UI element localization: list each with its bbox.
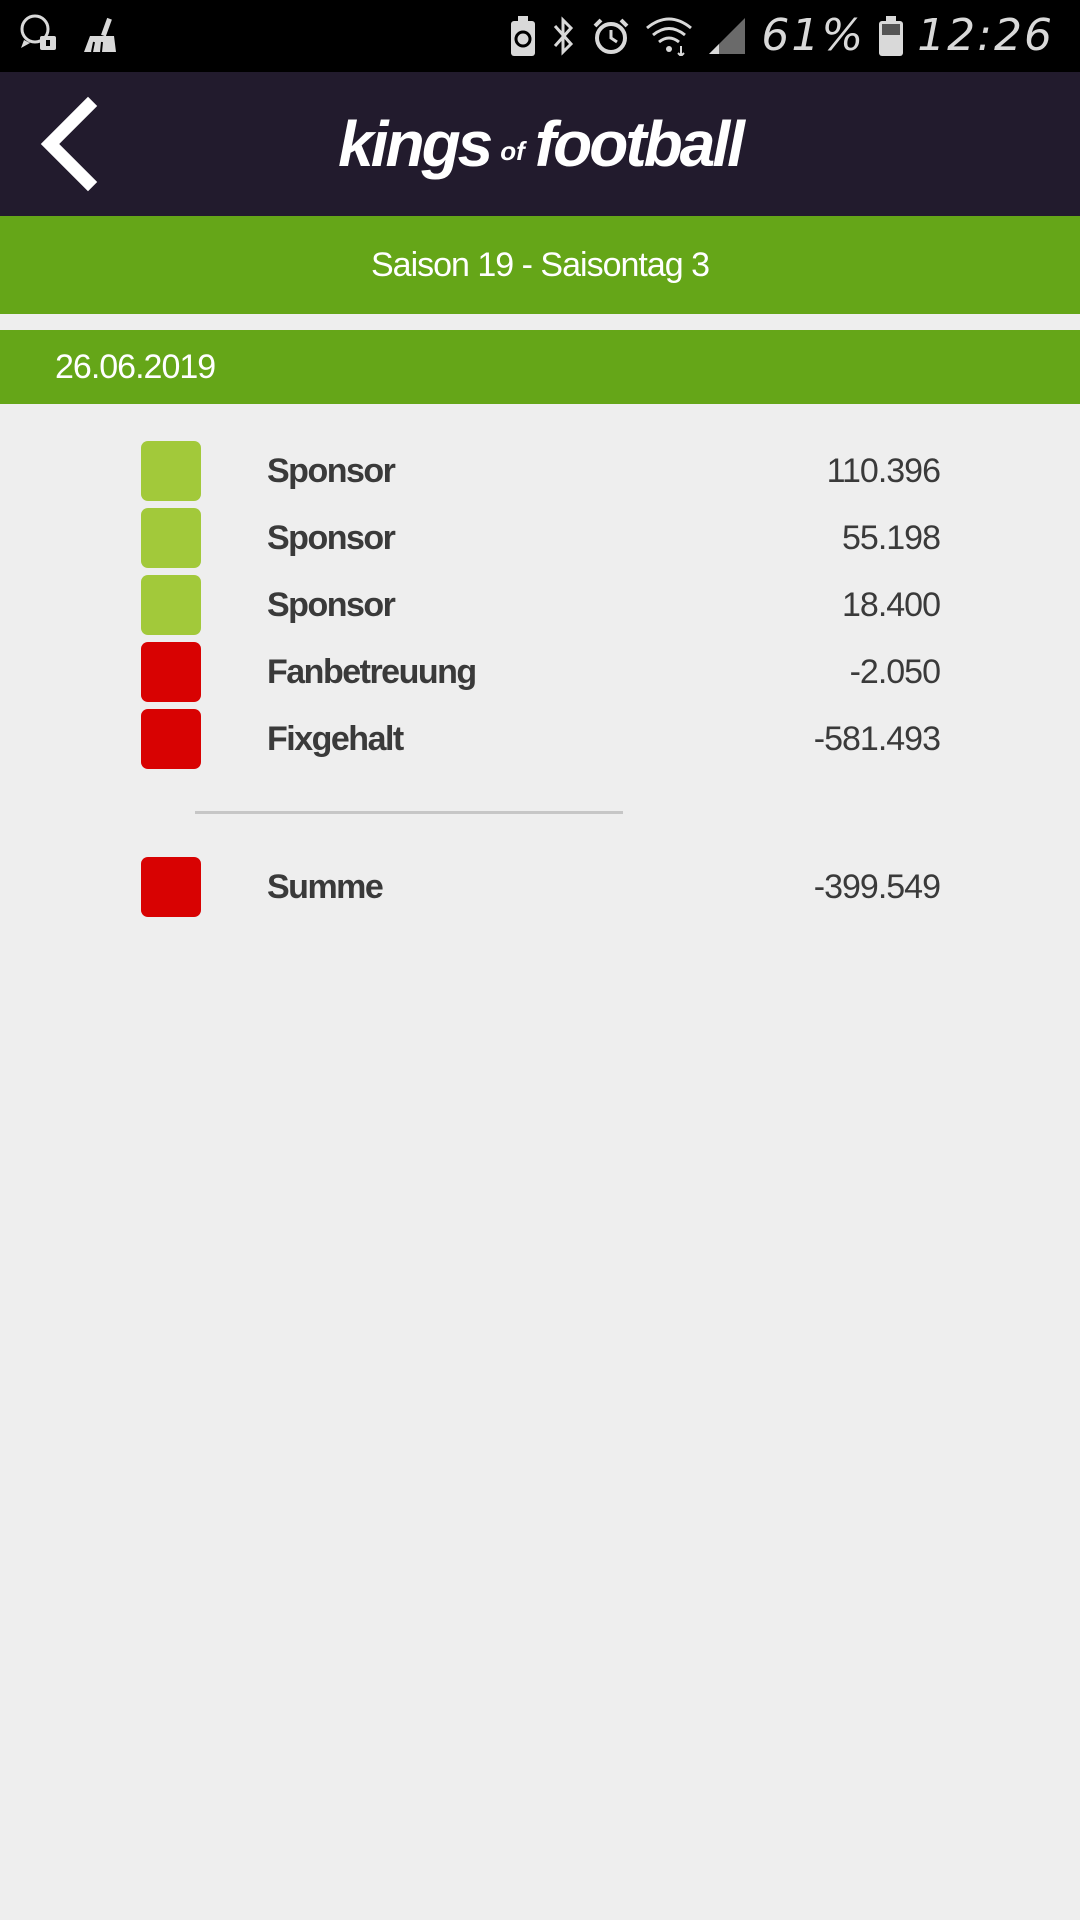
- battery-saver-icon: [509, 16, 537, 56]
- entry-value: 110.396: [826, 452, 941, 490]
- entry-value: -581.493: [813, 720, 941, 758]
- battery-percent: 61%: [761, 10, 866, 61]
- battery-icon: [879, 16, 904, 56]
- logo-part-of: of: [500, 135, 525, 166]
- clock: 12:26: [917, 10, 1054, 61]
- season-title: Saison 19 - Saisontag 3: [370, 245, 710, 284]
- date-bar: 26.06.2019: [0, 330, 1080, 404]
- entry-label: Sponsor: [267, 519, 396, 557]
- date-label: 26.06.2019: [55, 348, 216, 386]
- chevron-left-icon: [40, 96, 98, 192]
- list-item: Fixgehalt -581.493: [0, 706, 1080, 773]
- status-indicator: [141, 642, 201, 702]
- divider: [195, 811, 623, 814]
- list-item: Sponsor 55.198: [0, 505, 1080, 572]
- status-indicator: [141, 709, 201, 769]
- whatsapp-icon: [18, 12, 58, 56]
- logo-part-kings: kings: [338, 108, 493, 180]
- list-item: Sponsor 110.396: [0, 438, 1080, 505]
- status-bar: 61% 12:26: [0, 0, 1080, 72]
- entry-label: Fanbetreuung: [267, 653, 477, 691]
- transactions-list: Sponsor 110.396 Sponsor 55.198 Sponsor 1…: [0, 438, 1080, 773]
- signal-icon: [707, 16, 747, 56]
- back-button[interactable]: [30, 94, 130, 194]
- status-indicator: [141, 575, 201, 635]
- entry-label: Fixgehalt: [267, 720, 404, 758]
- list-item: Fanbetreuung -2.050: [0, 639, 1080, 706]
- status-indicator: [141, 857, 201, 917]
- entry-label: Sponsor: [267, 452, 396, 490]
- wifi-icon: [645, 16, 693, 56]
- sum-label: Summe: [267, 868, 384, 906]
- entry-value: 18.400: [842, 586, 941, 624]
- list-item: Sponsor 18.400: [0, 572, 1080, 639]
- app-logo: kings of football: [0, 72, 1080, 216]
- sum-value: -399.549: [813, 868, 941, 906]
- status-indicator: [141, 508, 201, 568]
- cleaner-icon: [80, 14, 120, 54]
- logo-part-football: football: [534, 108, 745, 180]
- season-title-bar: Saison 19 - Saisontag 3: [0, 216, 1080, 314]
- alarm-icon: [591, 16, 631, 56]
- bluetooth-icon: [551, 16, 577, 56]
- app-header: kings of football: [0, 72, 1080, 216]
- entry-label: Sponsor: [267, 586, 396, 624]
- entry-value: 55.198: [842, 519, 941, 557]
- sum-row: Summe -399.549: [0, 854, 1080, 921]
- status-indicator: [141, 441, 201, 501]
- entry-value: -2.050: [849, 653, 941, 691]
